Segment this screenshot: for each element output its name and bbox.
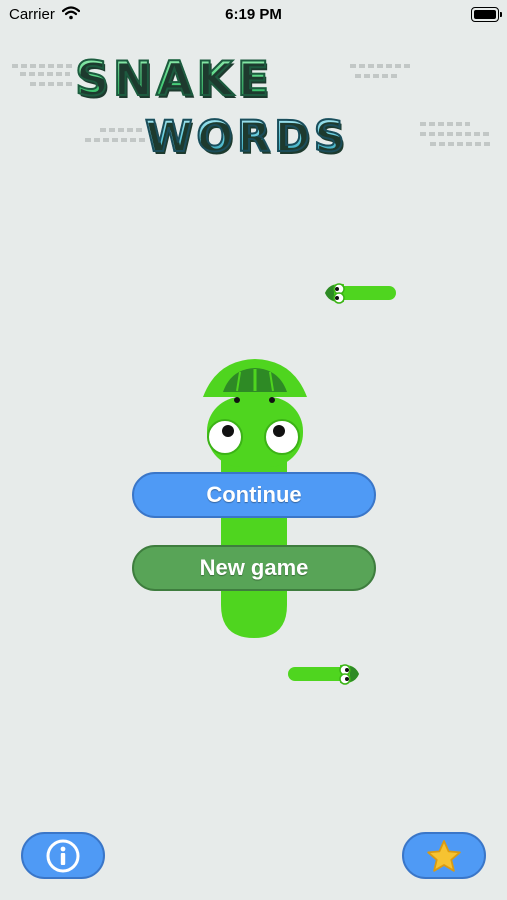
info-button[interactable] — [21, 832, 105, 879]
title-words: WORDS — [144, 111, 349, 163]
title-snake: SNAKE — [74, 51, 274, 108]
continue-label: Continue — [206, 482, 302, 507]
continue-button[interactable]: Continue — [132, 472, 376, 518]
rate-button[interactable] — [402, 832, 486, 879]
new-game-button[interactable]: New game — [132, 545, 376, 591]
new-game-label: New game — [199, 555, 309, 580]
info-icon — [46, 839, 80, 872]
small-snake-bottom — [288, 664, 359, 685]
star-icon — [427, 839, 461, 872]
small-snake-top — [325, 283, 396, 304]
